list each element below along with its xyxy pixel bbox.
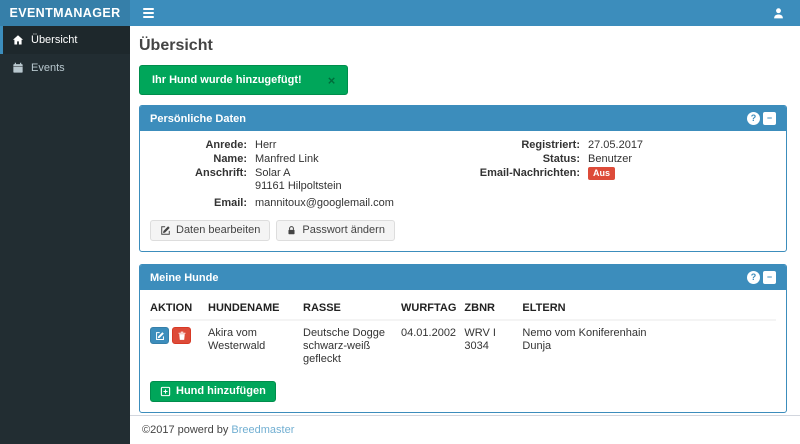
cell-parents: Nemo vom Koniferenhain Dunja <box>522 320 776 372</box>
table-row: Akira vom Westerwald Deutsche Dogge schw… <box>150 320 776 372</box>
sidebar-menu: Übersicht Events <box>0 26 130 82</box>
home-icon <box>12 34 24 46</box>
user-menu-button[interactable] <box>757 0 800 26</box>
edit-icon <box>155 331 165 341</box>
panel-personal-body: Anrede: Herr Name: Manfred Link Anschrif… <box>140 131 786 251</box>
dogs-table: AKTION HUNDENAME RASSE WURFTAG ZBNR ELTE… <box>150 298 776 372</box>
cell-dog-name: Akira vom Westerwald <box>208 320 303 372</box>
panel-personal-data: Persönliche Daten ? − Anrede: Herr <box>139 105 787 252</box>
change-password-label: Passwort ändern <box>302 224 385 237</box>
page-title: Übersicht <box>139 37 787 55</box>
field-label: Email-Nachrichten: <box>463 167 588 180</box>
personal-fields-right: Registriert: 27.05.2017 Status: Benutzer… <box>463 139 776 211</box>
field-label: Anschrift: <box>150 167 255 193</box>
collapse-minus-icon[interactable]: − <box>763 271 776 284</box>
breed-line-1: Deutsche Dogge <box>303 327 393 340</box>
email-notifications-badge: Aus <box>588 167 615 180</box>
field-label: Anrede: <box>150 139 255 152</box>
footer-copyright: ©2017 powerd by <box>142 424 228 436</box>
edit-dog-button[interactable] <box>150 327 169 344</box>
lock-icon <box>286 225 297 236</box>
field-value: mannitoux@googlemail.com <box>255 197 394 210</box>
cell-actions <box>150 320 208 372</box>
parent-sire: Nemo vom Koniferenhain <box>522 327 768 340</box>
sidebar-item-label: Übersicht <box>31 34 77 46</box>
address-line-1: Solar A <box>255 167 342 180</box>
sidebar-toggle-button[interactable] <box>130 0 167 26</box>
column-header-eltern: ELTERN <box>522 298 776 320</box>
address-line-2: 91161 Hilpoltstein <box>255 180 342 193</box>
personal-fields-left: Anrede: Herr Name: Manfred Link Anschrif… <box>150 139 463 211</box>
calendar-icon <box>12 62 24 74</box>
field-label: Name: <box>150 153 255 166</box>
panel-dogs-body: AKTION HUNDENAME RASSE WURFTAG ZBNR ELTE… <box>140 290 786 412</box>
column-header-wurftag: WURFTAG <box>401 298 464 320</box>
main-area: Übersicht Ihr Hund wurde hinzugefügt! × … <box>130 26 800 444</box>
user-icon <box>772 7 785 20</box>
brand-logo[interactable]: EVENTMANAGER <box>0 0 130 26</box>
change-password-button[interactable]: Passwort ändern <box>276 220 395 241</box>
field-value: 27.05.2017 <box>588 139 643 152</box>
plus-square-icon <box>160 386 171 397</box>
field-value: Herr <box>255 139 276 152</box>
sidebar-item-events[interactable]: Events <box>0 54 130 82</box>
top-navbar: EVENTMANAGER <box>0 0 800 26</box>
field-value: Solar A 91161 Hilpoltstein <box>255 167 342 193</box>
help-icon[interactable]: ? <box>747 271 760 284</box>
cell-zbnr: WRV I 3034 <box>464 320 522 372</box>
column-header-aktion: AKTION <box>150 298 208 320</box>
collapse-minus-icon[interactable]: − <box>763 112 776 125</box>
panel-dogs-header: Meine Hunde ? − <box>140 265 786 290</box>
trash-icon <box>177 331 187 341</box>
cell-wurftag: 04.01.2002 <box>401 320 464 372</box>
column-header-hundename: HUNDENAME <box>208 298 303 320</box>
edit-data-label: Daten bearbeiten <box>176 224 260 237</box>
footer: ©2017 powerd byBreedmaster <box>130 415 800 444</box>
edit-data-button[interactable]: Daten bearbeiten <box>150 220 270 241</box>
field-label: Registriert: <box>463 139 588 152</box>
column-header-zbnr: ZBNR <box>464 298 522 320</box>
panel-my-dogs: Meine Hunde ? − AKTION HUNDENAME RASSE <box>139 264 787 413</box>
hamburger-icon <box>143 8 154 18</box>
edit-icon <box>160 225 171 236</box>
dogs-table-header-row: AKTION HUNDENAME RASSE WURFTAG ZBNR ELTE… <box>150 298 776 320</box>
alert-close-button[interactable]: × <box>328 75 336 86</box>
panel-personal-title: Persönliche Daten <box>150 113 747 125</box>
brand-text: EVENTMANAGER <box>9 6 120 20</box>
field-value: Manfred Link <box>255 153 319 166</box>
parent-dam: Dunja <box>522 340 768 353</box>
sidebar: Übersicht Events <box>0 26 130 444</box>
field-label: Email: <box>150 197 255 210</box>
add-dog-label: Hund hinzufügen <box>176 385 266 398</box>
panel-dogs-title: Meine Hunde <box>150 272 747 284</box>
field-label: Status: <box>463 153 588 166</box>
success-alert: Ihr Hund wurde hinzugefügt! × <box>139 65 348 95</box>
cell-breed: Deutsche Dogge schwarz-weiß gefleckt <box>303 320 401 372</box>
sidebar-item-uebersicht[interactable]: Übersicht <box>0 26 130 54</box>
app-window: EVENTMANAGER Übersicht <box>0 0 800 444</box>
alert-message: Ihr Hund wurde hinzugefügt! <box>152 74 302 86</box>
content: Übersicht Ihr Hund wurde hinzugefügt! × … <box>130 26 800 415</box>
column-header-rasse: RASSE <box>303 298 401 320</box>
panel-personal-header: Persönliche Daten ? − <box>140 106 786 131</box>
navbar <box>130 0 800 26</box>
delete-dog-button[interactable] <box>172 327 191 344</box>
breedmaster-link[interactable]: Breedmaster <box>231 424 294 436</box>
sidebar-item-label: Events <box>31 62 65 74</box>
breed-line-2: schwarz-weiß gefleckt <box>303 340 393 366</box>
field-value: Benutzer <box>588 153 632 166</box>
add-dog-button[interactable]: Hund hinzufügen <box>150 381 276 402</box>
help-icon[interactable]: ? <box>747 112 760 125</box>
